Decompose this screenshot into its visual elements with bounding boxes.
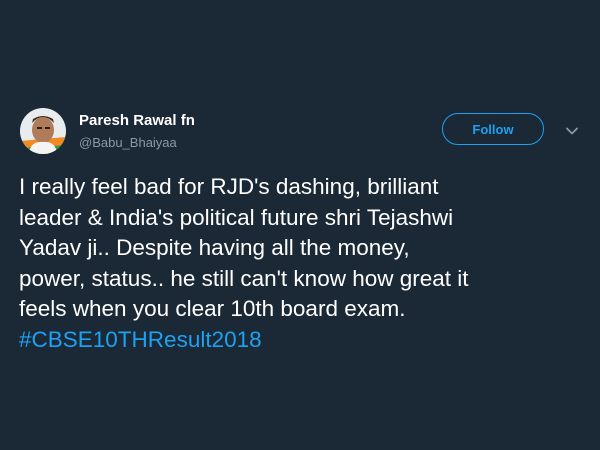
author-display-name[interactable]: Paresh Rawal fn [79, 112, 195, 129]
avatar-image [20, 108, 66, 154]
tweet-text-line: feels when you clear 10th board exam. [19, 296, 406, 321]
author-handle[interactable]: @Babu_Bhaiyaa [79, 135, 177, 150]
tweet-text-line: I really feel bad for RJD's dashing, bri… [19, 174, 439, 199]
hashtag-link[interactable]: #CBSE10THResult2018 [19, 325, 589, 356]
chevron-down-icon[interactable] [563, 122, 581, 140]
tweet-text-line: leader & India's political future shri T… [19, 204, 454, 230]
tweet-text-line: Yadav ji.. Despite having all the money, [19, 235, 410, 260]
author-avatar[interactable] [20, 108, 66, 154]
tweet-text: I really feel bad for RJD's dashing, bri… [19, 172, 589, 355]
tweet-card: Paresh Rawal fn @Babu_Bhaiyaa Follow I r… [0, 0, 600, 450]
tweet-text-line: power, status.. he still can't know how … [19, 265, 469, 291]
follow-button[interactable]: Follow [442, 113, 544, 145]
